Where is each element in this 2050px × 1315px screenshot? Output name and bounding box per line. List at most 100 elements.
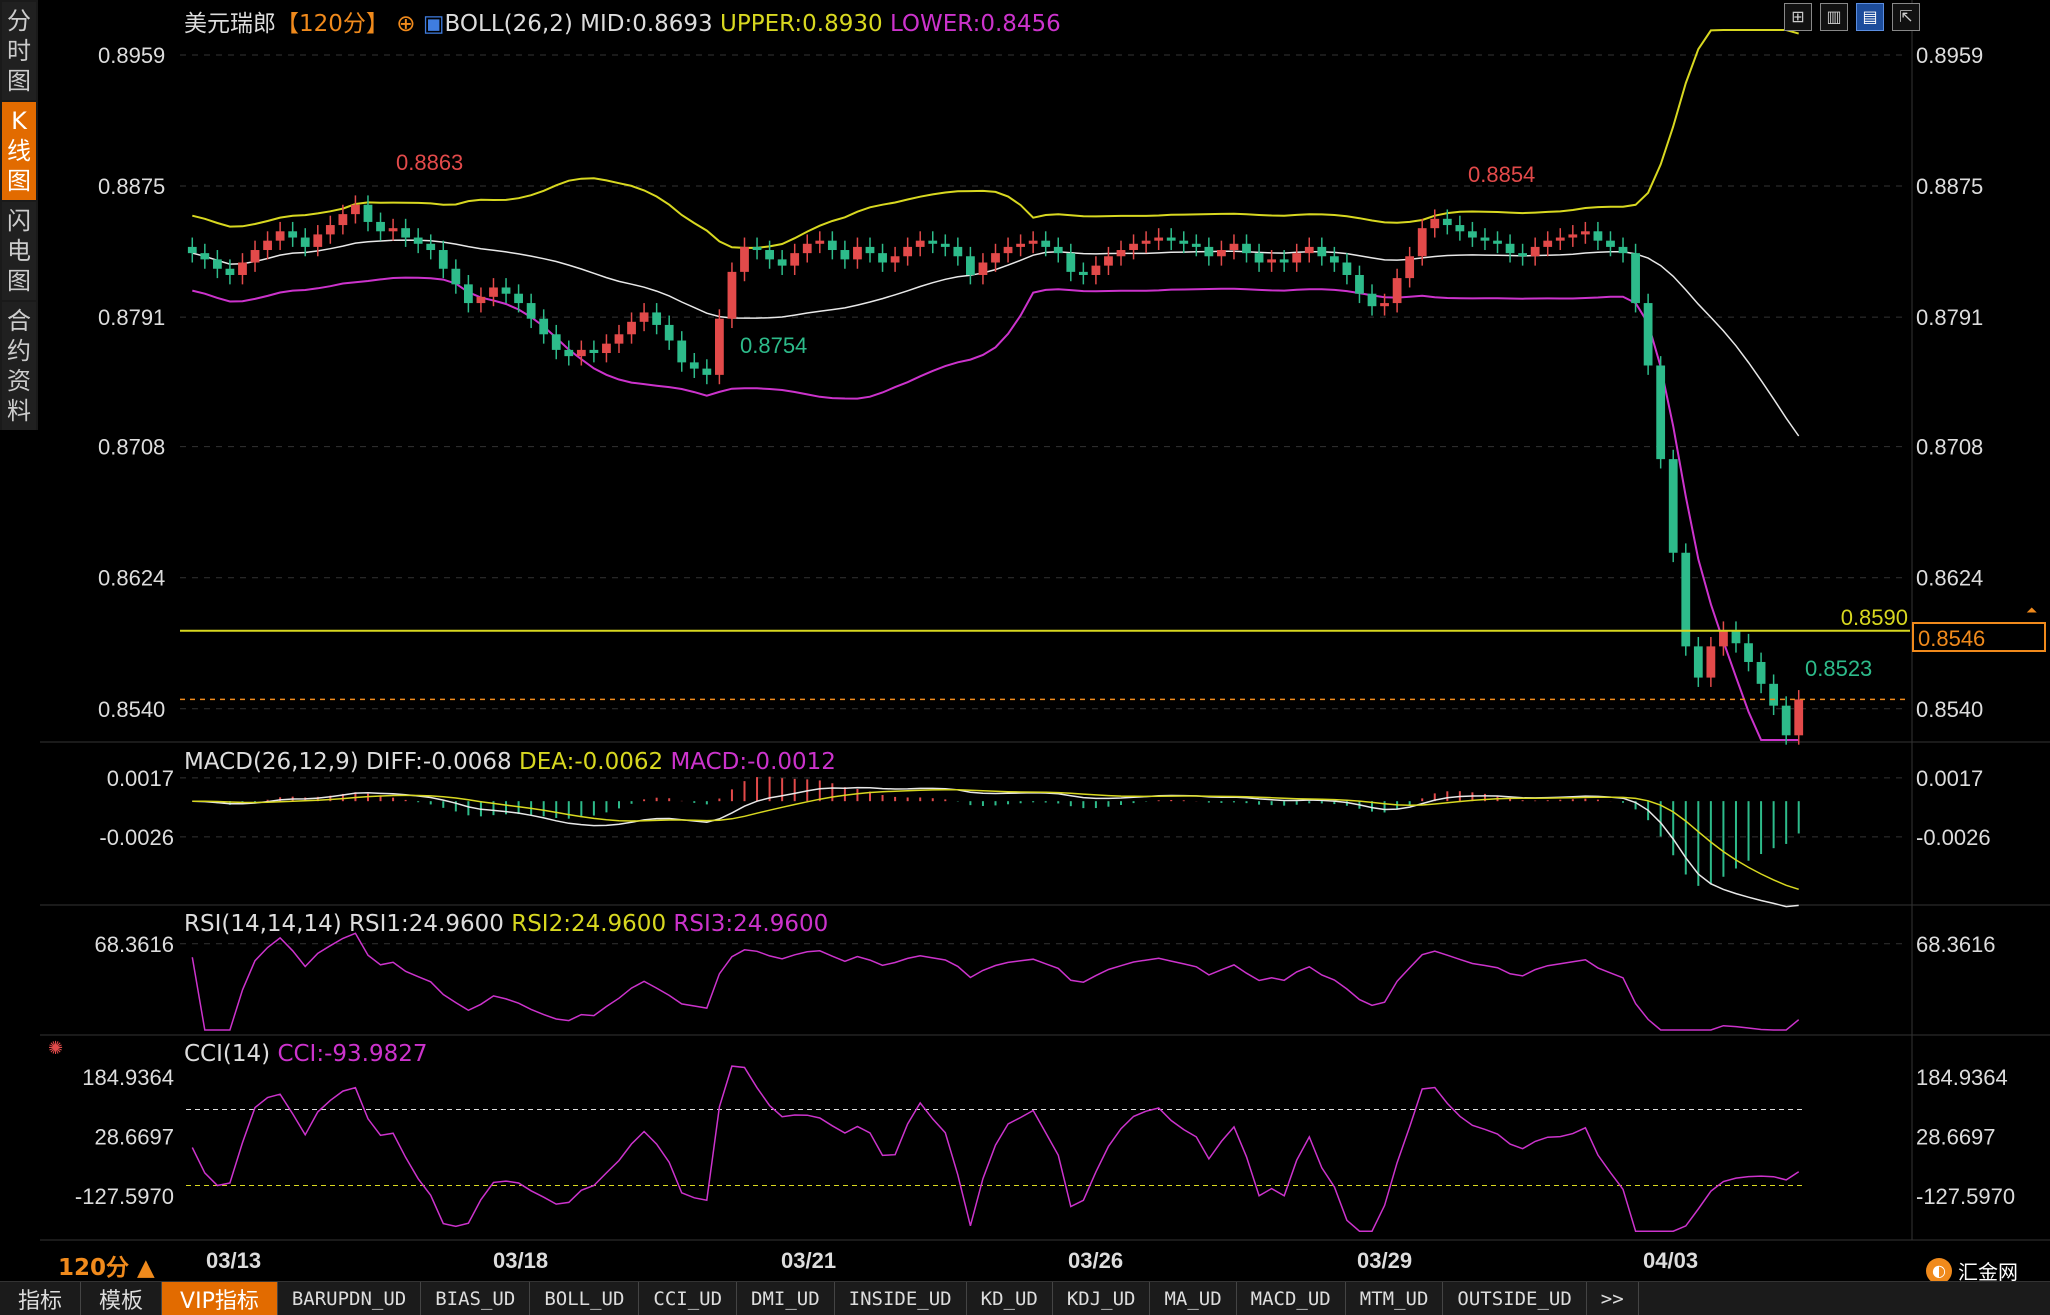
candle-body xyxy=(740,246,749,272)
candle-body xyxy=(1430,218,1440,229)
macd-header: MACD(26,12,9) DIFF:-0.0068 DEA:-0.0062 M… xyxy=(184,749,836,775)
candle-body xyxy=(225,268,235,275)
logo-icon: ◐ xyxy=(1926,1257,1952,1284)
candle-body xyxy=(187,246,197,254)
bottom-tab-3[interactable]: BARUPDN_UD xyxy=(278,1282,422,1315)
period-bracket[interactable]: 【120分】 xyxy=(276,11,389,37)
price-tick-right-2: 0.8791 xyxy=(1916,305,1983,330)
candle-body xyxy=(1769,683,1779,706)
candle-body xyxy=(953,246,963,257)
cci-tick-left-1: 28.6697 xyxy=(94,1125,174,1150)
current-price-marker-icon: ⏶ xyxy=(2026,602,2038,618)
candle-body xyxy=(1367,293,1377,307)
cci-value: CCI:-93.9827 xyxy=(277,1041,428,1067)
candle-body xyxy=(1129,243,1138,251)
candle-body xyxy=(1756,661,1766,684)
candle-body xyxy=(1317,246,1327,257)
bottom-tab-7[interactable]: DMI_UD xyxy=(737,1282,835,1315)
candle-body xyxy=(1292,253,1302,263)
candle-body xyxy=(1392,278,1402,304)
macd-tick-left-0: 0.0017 xyxy=(107,766,174,791)
candle-body xyxy=(1003,246,1013,254)
period-selector[interactable]: 120分 ▲ xyxy=(58,1248,155,1282)
candle-body xyxy=(1141,240,1151,244)
candle-body xyxy=(576,349,586,357)
candle-body xyxy=(1154,237,1164,241)
candle-body xyxy=(376,221,385,232)
candle-body xyxy=(1518,253,1528,257)
bar-chart-icon[interactable]: ▥ xyxy=(1820,3,1848,31)
price-tick-right-1: 0.8875 xyxy=(1916,174,1983,199)
bottom-tab-15[interactable]: >> xyxy=(1587,1282,1639,1315)
sidebar-tab-contract[interactable]: 合约资料 xyxy=(2,302,36,430)
bottom-tab-12[interactable]: MACD_UD xyxy=(1237,1282,1346,1315)
candle-body xyxy=(1593,231,1603,241)
candle-body xyxy=(200,253,210,260)
candle-body xyxy=(1731,630,1741,644)
candle-body xyxy=(1643,303,1653,366)
candle-body xyxy=(1355,274,1364,294)
bottom-tab-1[interactable]: 模板 xyxy=(81,1282,163,1315)
candle-body xyxy=(1166,237,1176,241)
settings-gear-icon[interactable]: ✺ xyxy=(48,1038,63,1059)
candle-body xyxy=(1053,246,1063,254)
candle-body xyxy=(777,259,787,266)
macd-tick-right-1: -0.0026 xyxy=(1916,825,1991,850)
rsi1-value: RSI1:24.9600 xyxy=(349,911,504,937)
date-label-5: 04/03 xyxy=(1643,1248,1698,1273)
candle-body xyxy=(338,214,348,226)
sidebar-tab-timeshare[interactable]: 分时图 xyxy=(2,2,36,100)
candle-body xyxy=(1191,243,1201,247)
grid-icon[interactable]: ⊞ xyxy=(1784,3,1812,31)
sidebar-tab-kline[interactable]: K线图 xyxy=(2,102,36,200)
candle-body xyxy=(476,296,486,304)
candle-body xyxy=(1304,246,1314,254)
bottom-tab-14[interactable]: OUTSIDE_UD xyxy=(1443,1282,1587,1315)
candle-body xyxy=(551,334,561,350)
boll-mid: MID:0.8693 xyxy=(580,11,713,37)
cci-tick-left-2: -127.5970 xyxy=(75,1184,174,1209)
candle-body xyxy=(325,225,335,235)
bottom-tab-4[interactable]: BIAS_UD xyxy=(421,1282,531,1315)
bottom-indicator-tabs: 指标 模板 VIP指标 BARUPDN_UD BIAS_UD BOLL_UD CCI_UD D… xyxy=(0,1281,2050,1315)
boll-upper: UPPER:0.8930 xyxy=(720,11,883,37)
cci-header: CCI(14) CCI:-93.9827 xyxy=(184,1041,428,1067)
expand-icon[interactable]: ⇱ xyxy=(1892,3,1920,31)
add-icon[interactable]: ⊕ xyxy=(396,11,415,37)
bottom-tab-5[interactable]: BOLL_UD xyxy=(530,1282,640,1315)
bottom-tab-8[interactable]: INSIDE_UD xyxy=(835,1282,967,1315)
cci-label: CCI(14) xyxy=(184,1041,271,1067)
candle-body xyxy=(1016,243,1025,247)
candle-body xyxy=(539,318,549,335)
candle-body xyxy=(1656,365,1666,460)
cci-tick-right-0: 184.9364 xyxy=(1916,1065,2008,1090)
chart-canvas[interactable]: 0.8959 0.8959 0.8875 0.8875 0.8791 0.8791 0.87… xyxy=(0,0,2050,1314)
bottom-tab-9[interactable]: KD_UD xyxy=(967,1282,1053,1315)
bottom-tab-10[interactable]: KDJ_UD xyxy=(1053,1282,1151,1315)
candle-body xyxy=(1668,459,1678,553)
indicator-icon[interactable]: ▣ xyxy=(423,11,445,37)
boll-label: BOLL(26,2) xyxy=(444,11,573,37)
bottom-tab-11[interactable]: MA_UD xyxy=(1150,1282,1237,1315)
period-label-text: 120分 xyxy=(58,1255,130,1281)
candle-body xyxy=(1204,246,1214,257)
candle-body xyxy=(564,349,574,357)
bottom-tab-0[interactable]: 指标 xyxy=(0,1282,82,1315)
date-label-4: 03/29 xyxy=(1357,1248,1412,1273)
boll-lower-line xyxy=(192,276,1799,741)
price-tick-right-4: 0.8624 xyxy=(1916,566,1983,591)
rsi-tick-right: 68.3616 xyxy=(1916,932,1996,957)
candle-body xyxy=(1555,237,1565,241)
candle-body xyxy=(765,250,774,260)
candle-body xyxy=(1417,228,1427,257)
candle-body xyxy=(1455,225,1465,232)
candle-body xyxy=(313,234,323,247)
sidebar-tab-flash[interactable]: 闪电图 xyxy=(2,202,36,300)
bottom-tab-6[interactable]: CCI_UD xyxy=(639,1282,738,1315)
bottom-tab-13[interactable]: MTM_UD xyxy=(1346,1282,1444,1315)
candle-body xyxy=(501,287,511,294)
candle-body xyxy=(1781,705,1791,736)
candle-icon[interactable]: ▤ xyxy=(1856,3,1884,31)
candle-body xyxy=(677,340,687,363)
bottom-tab-2[interactable]: VIP指标 xyxy=(162,1282,278,1315)
